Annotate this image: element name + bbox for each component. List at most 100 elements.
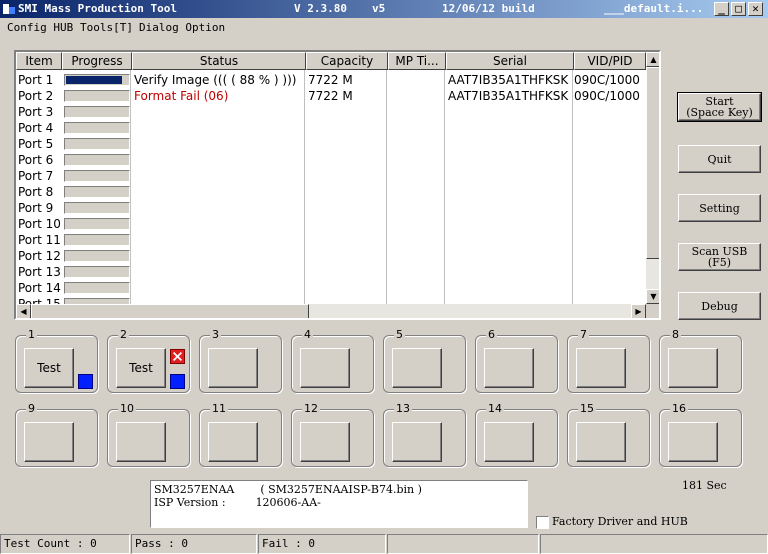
- port-test-button[interactable]: [300, 348, 350, 388]
- table-row[interactable]: Port 9: [16, 200, 646, 216]
- maximize-button[interactable]: □: [731, 2, 746, 16]
- port-number: 2: [118, 328, 129, 341]
- menu-dialog-option[interactable]: Dialog Option: [139, 19, 225, 37]
- table-row[interactable]: Port 14: [16, 280, 646, 296]
- row-vid-pid: 090C/1000: [574, 73, 640, 87]
- table-row[interactable]: Port 6: [16, 152, 646, 168]
- col-header-serial[interactable]: Serial: [446, 52, 574, 70]
- horizontal-scroll-thumb[interactable]: [31, 304, 309, 318]
- port-number: 13: [394, 402, 412, 415]
- table-row[interactable]: Port 10: [16, 216, 646, 232]
- row-serial: [448, 264, 572, 280]
- col-header-status[interactable]: Status: [132, 52, 306, 70]
- start-button[interactable]: Start (Space Key): [677, 92, 762, 122]
- scan-usb-button[interactable]: Scan USB (F5): [678, 243, 761, 271]
- col-header-mp-time[interactable]: MP Ti...: [388, 52, 446, 70]
- table-row[interactable]: Port 11: [16, 232, 646, 248]
- port-test-button[interactable]: [668, 422, 718, 462]
- port-test-button[interactable]: [300, 422, 350, 462]
- menu-tools[interactable]: Tools[T]: [80, 19, 133, 37]
- port-panel-13: 13: [383, 402, 466, 467]
- row-capacity: [308, 104, 386, 120]
- port-number: 3: [210, 328, 221, 341]
- port-test-button[interactable]: [208, 422, 258, 462]
- row-progress-bar: [64, 122, 130, 134]
- row-capacity: 7722 M: [308, 73, 353, 87]
- row-vid-pid: [574, 184, 646, 200]
- row-serial: [448, 104, 572, 120]
- row-vid-pid: [574, 152, 646, 168]
- port-panel-14: 14: [475, 402, 558, 467]
- port-test-button[interactable]: Test: [116, 348, 166, 388]
- col-header-vid-pid[interactable]: VID/PID: [574, 52, 646, 70]
- factory-driver-label[interactable]: Factory Driver and HUB: [552, 515, 688, 528]
- table-row[interactable]: Port 12: [16, 248, 646, 264]
- port-panel-12: 12: [291, 402, 374, 467]
- col-header-progress[interactable]: Progress: [62, 52, 132, 70]
- col-header-item[interactable]: Item: [16, 52, 62, 70]
- row-progress-bar: [64, 266, 130, 278]
- table-row[interactable]: Port 7: [16, 168, 646, 184]
- scroll-left-arrow-icon[interactable]: ◀: [16, 304, 31, 318]
- port-test-button[interactable]: [24, 422, 74, 462]
- row-progress-bar: [64, 250, 130, 262]
- table-row[interactable]: Port 4: [16, 120, 646, 136]
- factory-driver-checkbox[interactable]: [536, 516, 549, 529]
- isp-bin-file: ( SM3257ENAAISP-B74.bin ): [260, 483, 422, 496]
- table-row[interactable]: Port 8: [16, 184, 646, 200]
- app-icon: [3, 4, 15, 14]
- port-test-button[interactable]: [484, 348, 534, 388]
- port-test-button[interactable]: [484, 422, 534, 462]
- table-row[interactable]: Port 1 Verify Image ((( ( 88 % ) ))) 7722 …: [16, 72, 646, 88]
- col-header-capacity[interactable]: Capacity: [306, 52, 388, 70]
- row-status: [134, 200, 304, 216]
- port-test-button[interactable]: [576, 348, 626, 388]
- row-progress-bar: [64, 90, 130, 102]
- test-count-status: Test Count : 0: [0, 534, 130, 554]
- row-status: [134, 232, 304, 248]
- row-vid-pid: [574, 232, 646, 248]
- port-test-button[interactable]: [208, 348, 258, 388]
- port-number: 15: [578, 402, 596, 415]
- close-button[interactable]: ✕: [748, 2, 763, 16]
- row-capacity: [308, 280, 386, 296]
- horizontal-scrollbar[interactable]: ◀ ▶: [16, 304, 646, 318]
- port-test-button[interactable]: Test: [24, 348, 74, 388]
- row-progress-bar: [64, 154, 130, 166]
- port-list-view[interactable]: Item Progress Status Capacity MP Ti... S…: [14, 50, 661, 320]
- debug-button[interactable]: Debug: [678, 292, 761, 320]
- vertical-scroll-thumb[interactable]: [646, 67, 659, 259]
- port-number: 4: [302, 328, 313, 341]
- port-test-button[interactable]: [668, 348, 718, 388]
- port-test-button[interactable]: [392, 348, 442, 388]
- row-serial: [448, 248, 572, 264]
- vertical-scrollbar[interactable]: ▲ ▼: [646, 52, 659, 304]
- quit-button[interactable]: Quit: [678, 145, 761, 173]
- setting-button[interactable]: Setting: [678, 194, 761, 222]
- table-row[interactable]: Port 5: [16, 136, 646, 152]
- menu-config-hub[interactable]: Config HUB: [7, 19, 73, 37]
- row-item: Port 2: [18, 89, 54, 103]
- table-row[interactable]: Port 13: [16, 264, 646, 280]
- port-panel-9: 9: [15, 402, 98, 467]
- port-test-button[interactable]: [116, 422, 166, 462]
- scroll-right-arrow-icon[interactable]: ▶: [631, 304, 646, 318]
- minimize-button[interactable]: _: [714, 2, 729, 16]
- variant-label: v5: [372, 2, 386, 15]
- port-test-button[interactable]: [576, 422, 626, 462]
- row-progress-bar: [64, 74, 130, 86]
- scroll-down-arrow-icon[interactable]: ▼: [646, 289, 659, 304]
- isp-version-label: ISP Version :: [154, 496, 226, 509]
- row-vid-pid: [574, 104, 646, 120]
- row-item: Port 6: [18, 153, 54, 167]
- table-row[interactable]: Port 2 Format Fail (06) 7722 M AAT7IB35A1TH…: [16, 88, 646, 104]
- port-test-button[interactable]: [392, 422, 442, 462]
- scroll-up-arrow-icon[interactable]: ▲: [646, 52, 659, 67]
- port-panel-16: 16: [659, 402, 742, 467]
- port-panel-4: 4: [291, 328, 374, 393]
- table-row[interactable]: Port 3: [16, 104, 646, 120]
- row-vid-pid: [574, 248, 646, 264]
- row-vid-pid: [574, 168, 646, 184]
- row-capacity: [308, 120, 386, 136]
- port-number: 11: [210, 402, 228, 415]
